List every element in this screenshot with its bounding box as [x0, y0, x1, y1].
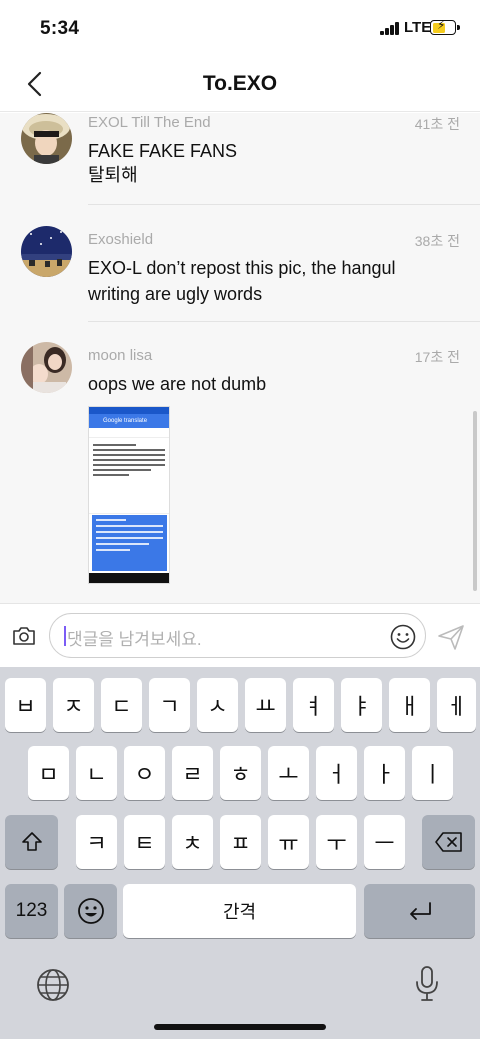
key[interactable]: ㅊ [172, 815, 213, 869]
key[interactable]: ㅎ [220, 746, 261, 800]
comment-time: 17초 전 [414, 349, 460, 365]
key[interactable]: ㅗ [268, 746, 309, 800]
key[interactable]: ㅂ [5, 678, 46, 732]
emoji-keyboard-icon [77, 898, 104, 924]
comment-text: writing are ugly words [88, 284, 263, 304]
key[interactable]: ㅑ [341, 678, 382, 732]
avatar[interactable] [21, 226, 72, 277]
network-type: LTE [404, 19, 432, 36]
status-time: 5:34 [40, 18, 80, 39]
return-key[interactable] [364, 884, 475, 938]
avatar[interactable] [21, 342, 72, 393]
key[interactable]: ㄹ [172, 746, 213, 800]
key[interactable]: ㅔ [437, 678, 476, 732]
home-indicator [154, 1024, 326, 1030]
key[interactable]: ㅣ [412, 746, 453, 800]
key[interactable]: ㅋ [76, 815, 117, 869]
emoji-key[interactable] [64, 884, 117, 938]
return-icon [409, 902, 431, 920]
key[interactable]: ㅕ [293, 678, 334, 732]
comment-text: oops we are not dumb [88, 374, 267, 394]
key[interactable]: ㅇ [124, 746, 165, 800]
comment-author[interactable]: moon lisa [88, 347, 152, 364]
key[interactable]: ㅈ [53, 678, 94, 732]
comment-list[interactable]: EXOL Till The End 41초 전 FAKE FAKE FANS 탈… [0, 113, 480, 603]
comment-time: 41초 전 [414, 116, 460, 132]
key[interactable]: ㅌ [124, 815, 165, 869]
key[interactable]: ㅐ [389, 678, 430, 732]
key[interactable]: ㅓ [316, 746, 357, 800]
attached-image-appbar: Google translate [89, 414, 169, 428]
backspace-key[interactable] [422, 815, 475, 869]
shift-key[interactable] [5, 815, 58, 869]
key[interactable]: ㄴ [76, 746, 117, 800]
comment-composer: 댓글을 남겨보세요. [0, 603, 480, 666]
status-bar: 5:34 LTE ⚡ [0, 0, 480, 56]
comment-text: 탈퇴해 [88, 165, 138, 185]
key[interactable]: ㄷ [101, 678, 142, 732]
shift-icon [21, 832, 42, 851]
key[interactable]: ㅠ [268, 815, 309, 869]
divider [88, 204, 480, 205]
comment-text: EXO-L don’t repost this pic, the hangul [88, 258, 396, 278]
key[interactable]: ㄱ [149, 678, 190, 732]
key[interactable]: ㅅ [197, 678, 238, 732]
divider [88, 321, 480, 322]
battery-icon: ⚡ [430, 18, 456, 35]
comment-author[interactable]: Exoshield [88, 231, 153, 248]
comment-author[interactable]: EXOL Till The End [88, 114, 211, 131]
key[interactable]: ㅁ [28, 746, 69, 800]
key[interactable]: ㅏ [364, 746, 405, 800]
globe-icon[interactable] [35, 967, 71, 1003]
emoji-icon[interactable] [390, 624, 416, 650]
backspace-icon [434, 832, 462, 852]
signal-icon [380, 22, 402, 35]
scrollbar[interactable] [473, 411, 477, 591]
keyboard: ㅂ ㅈ ㄷ ㄱ ㅅ ㅛ ㅕ ㅑ ㅐ ㅔ ㅁ ㄴ ㅇ ㄹ ㅎ ㅗ ㅓ ㅏ ㅣ ㅋ … [0, 667, 480, 1039]
microphone-icon[interactable] [414, 965, 440, 1003]
send-icon[interactable] [436, 622, 466, 652]
top-bar: To.EXO [0, 56, 480, 112]
avatar[interactable] [21, 113, 72, 164]
space-key[interactable]: 간격 [123, 884, 356, 938]
comment-text: FAKE FAKE FANS [88, 141, 238, 161]
key[interactable]: ㅍ [220, 815, 261, 869]
attached-image[interactable]: Google translate [88, 406, 170, 584]
comment-input-placeholder: 댓글을 남겨보세요. [67, 630, 202, 649]
comment-time: 38초 전 [414, 233, 460, 249]
camera-icon[interactable] [12, 624, 36, 648]
numbers-key[interactable]: 123 [5, 884, 58, 938]
key[interactable]: ㅡ [364, 815, 405, 869]
key[interactable]: ㅛ [245, 678, 286, 732]
page-title: To.EXO [202, 72, 278, 95]
key[interactable]: ㅜ [316, 815, 357, 869]
